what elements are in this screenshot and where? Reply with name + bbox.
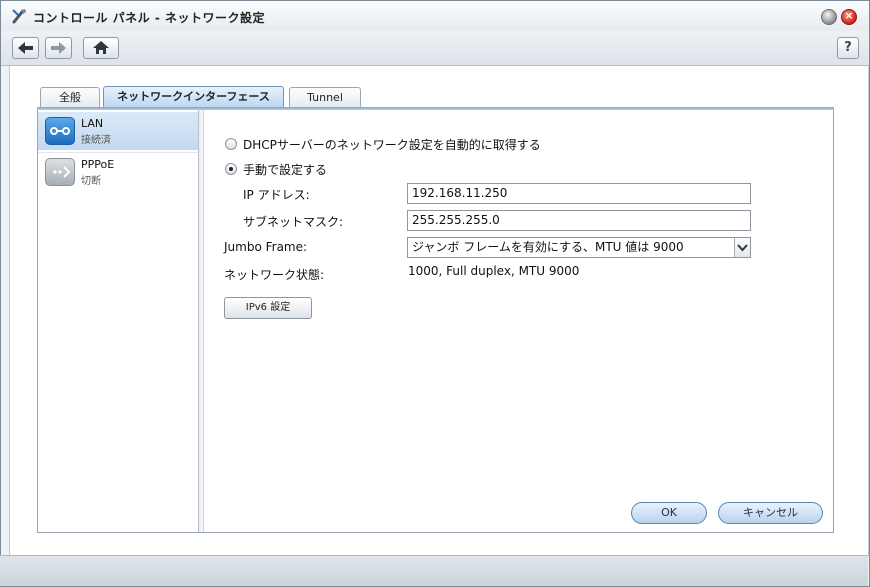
subnet-mask-field[interactable]: 255.255.255.0: [407, 210, 751, 231]
subnet-mask-label: サブネットマスク:: [243, 215, 344, 229]
help-icon: ?: [844, 40, 852, 55]
toolbar: ?: [1, 31, 869, 66]
interface-item-pppoe[interactable]: PPPoE 切断: [38, 152, 198, 191]
close-icon: ×: [844, 9, 854, 22]
tab-network-interface[interactable]: ネットワークインターフェース: [103, 86, 284, 108]
interface-name: PPPoE: [81, 158, 115, 171]
pppoe-icon: [45, 158, 75, 186]
ip-address-label: IP アドレス:: [243, 188, 310, 202]
window-title: コントロール パネル - ネットワーク設定: [33, 11, 266, 25]
arrow-right-icon: [51, 42, 66, 54]
control-panel-icon: [12, 9, 26, 24]
close-button[interactable]: ×: [841, 9, 857, 25]
title-bar: コントロール パネル - ネットワーク設定 ×: [1, 1, 869, 31]
interface-status: 切断: [81, 176, 101, 187]
dhcp-label: DHCPサーバーのネットワーク設定を自動的に取得する: [243, 138, 541, 152]
back-button[interactable]: [12, 37, 39, 59]
chevron-down-icon[interactable]: [734, 238, 750, 257]
minimize-button[interactable]: [821, 9, 837, 25]
interface-status: 接続済: [81, 135, 111, 146]
tab-general[interactable]: 全般: [40, 87, 100, 108]
arrow-left-icon: [18, 42, 33, 54]
cancel-button[interactable]: キャンセル: [718, 502, 823, 524]
network-status-value: 1000, Full duplex, MTU 9000: [408, 264, 580, 278]
interface-item-lan[interactable]: LAN 接続済: [38, 112, 198, 150]
help-button[interactable]: ?: [837, 37, 859, 59]
splitter[interactable]: [199, 110, 204, 532]
home-icon: [93, 41, 109, 54]
dhcp-radio[interactable]: [225, 138, 237, 150]
ipv6-settings-button[interactable]: IPv6 設定: [224, 297, 312, 319]
ip-address-field[interactable]: 192.168.11.250: [407, 183, 751, 204]
forward-button[interactable]: [45, 37, 72, 59]
network-status-label: ネットワーク状態:: [224, 268, 325, 282]
tab-tunnel[interactable]: Tunnel: [289, 87, 361, 108]
jumbo-frame-select[interactable]: ジャンボ フレームを有効にする、MTU 値は 9000: [407, 237, 751, 258]
home-button[interactable]: [83, 37, 119, 59]
status-bar: [0, 555, 868, 586]
ok-button[interactable]: OK: [631, 502, 707, 524]
jumbo-frame-label: Jumbo Frame:: [224, 240, 308, 254]
jumbo-frame-value: ジャンボ フレームを有効にする、MTU 値は 9000: [412, 240, 684, 254]
manual-radio[interactable]: [225, 163, 237, 175]
interface-name: LAN: [81, 117, 104, 130]
lan-icon: [45, 117, 75, 145]
interface-list: LAN 接続済 PPPoE 切断: [38, 110, 199, 532]
manual-label: 手動で設定する: [243, 163, 328, 177]
